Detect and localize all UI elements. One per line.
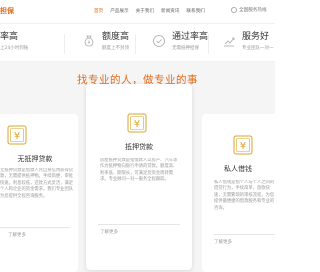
divider (135, 34, 136, 54)
coin-icon: ¥ (7, 125, 27, 145)
service-card-private-loan[interactable]: ¥ 私人借钱 私人借钱是指个人与个人之间的借贷行为，手续简单，放款快速，无需繁琐… (202, 114, 275, 272)
top-navbar: 担保 首页 产品展示 关于我们 新闻资讯 联系我们 全国服务热线 (0, 0, 275, 24)
main-nav: 首页 产品展示 关于我们 新闻资讯 联系我们 (94, 8, 205, 14)
feature-service: 服务好 专业团队一对一 (222, 28, 274, 51)
card-title: 抵押贷款 (125, 143, 153, 151)
learn-more-link[interactable]: 了解更多 (8, 232, 26, 238)
feature-limit: ¥ 额度高 额度上不封顶 (82, 28, 129, 51)
learn-more-link[interactable]: 了解更多 (100, 229, 118, 235)
coin-icon: ¥ (233, 135, 253, 155)
divider (64, 34, 65, 54)
card-description: 私人借钱是指个人与个人之间的借贷行为，手续简单，放款快速，无需繁琐的审核流程，为… (214, 180, 275, 211)
divider (208, 34, 209, 54)
nav-news[interactable]: 新闻资讯 (161, 8, 179, 14)
feature-title: 服务好 (242, 32, 270, 42)
feature-approval: 通过率高 无需抵押担保 (152, 28, 208, 51)
shield-check-icon (153, 35, 165, 47)
feature-subtitle: 额度上不封顶 (102, 46, 129, 51)
services-section: 找专业的人，做专业的事 更多借款服务，欢迎来咨询 ¥ 无抵押贷款 无抵押贷款是借… (0, 62, 275, 272)
divider (0, 227, 70, 228)
card-description: 无抵押贷款是借款人凭自身信用获得贷款，无需提供抵押物。手续简便，审批快速。利息较… (0, 168, 74, 199)
svg-text:¥: ¥ (134, 119, 140, 130)
nav-home[interactable]: 首页 (94, 8, 103, 14)
svg-text:¥: ¥ (240, 141, 246, 152)
service-card-unsecured[interactable]: ¥ 无抵押贷款 无抵押贷款是借款人凭自身信用获得贷款，无需提供抵押物。手续简便，… (0, 114, 78, 272)
feature-subtitle: 上24小时到账 (0, 46, 29, 51)
card-title: 私人借钱 (224, 165, 252, 173)
card-title: 无抵押贷款 (17, 155, 53, 163)
feature-title: 通过率高 (172, 32, 209, 42)
feature-strip: 率高 上24小时到账 ¥ 额度高 额度上不封顶 通过率高 无需抵押担保 服务好 … (0, 24, 275, 62)
phone-icon (231, 7, 237, 13)
feature-title: 额度高 (102, 32, 130, 42)
brand-logo[interactable]: 担保 (0, 6, 14, 16)
hotline[interactable]: 全国服务热线 (231, 7, 267, 13)
divider (98, 224, 180, 225)
service-card-mortgage[interactable]: ¥ 抵押贷款 房屋抵押贷款是指借款人以房产、汽车等作为抵押物向银行申请的贷款。额… (86, 84, 192, 270)
learn-more-link[interactable]: 了解更多 (214, 239, 232, 245)
hotline-label: 全国服务热线 (239, 8, 267, 13)
nav-products[interactable]: 产品展示 (110, 8, 128, 14)
divider (214, 234, 275, 235)
svg-text:¥: ¥ (14, 131, 20, 142)
feature-subtitle: 无需抵押担保 (172, 46, 199, 51)
nav-about[interactable]: 关于我们 (136, 8, 154, 14)
card-description: 房屋抵押贷款是指借款人以房产、汽车等作为抵押物向银行申请的贷款。额度高、利率低、… (100, 158, 178, 183)
chart-growth-icon (224, 37, 235, 47)
feature-subtitle: 专业团队一对一 (242, 46, 274, 51)
feature-speed: 率高 上24小时到账 (0, 28, 28, 51)
svg-text:¥: ¥ (88, 40, 91, 46)
feature-title: 率高 (0, 32, 19, 42)
coin-icon: ¥ (127, 113, 147, 133)
money-bag-icon: ¥ (84, 35, 94, 47)
nav-contact[interactable]: 联系我们 (186, 8, 204, 14)
